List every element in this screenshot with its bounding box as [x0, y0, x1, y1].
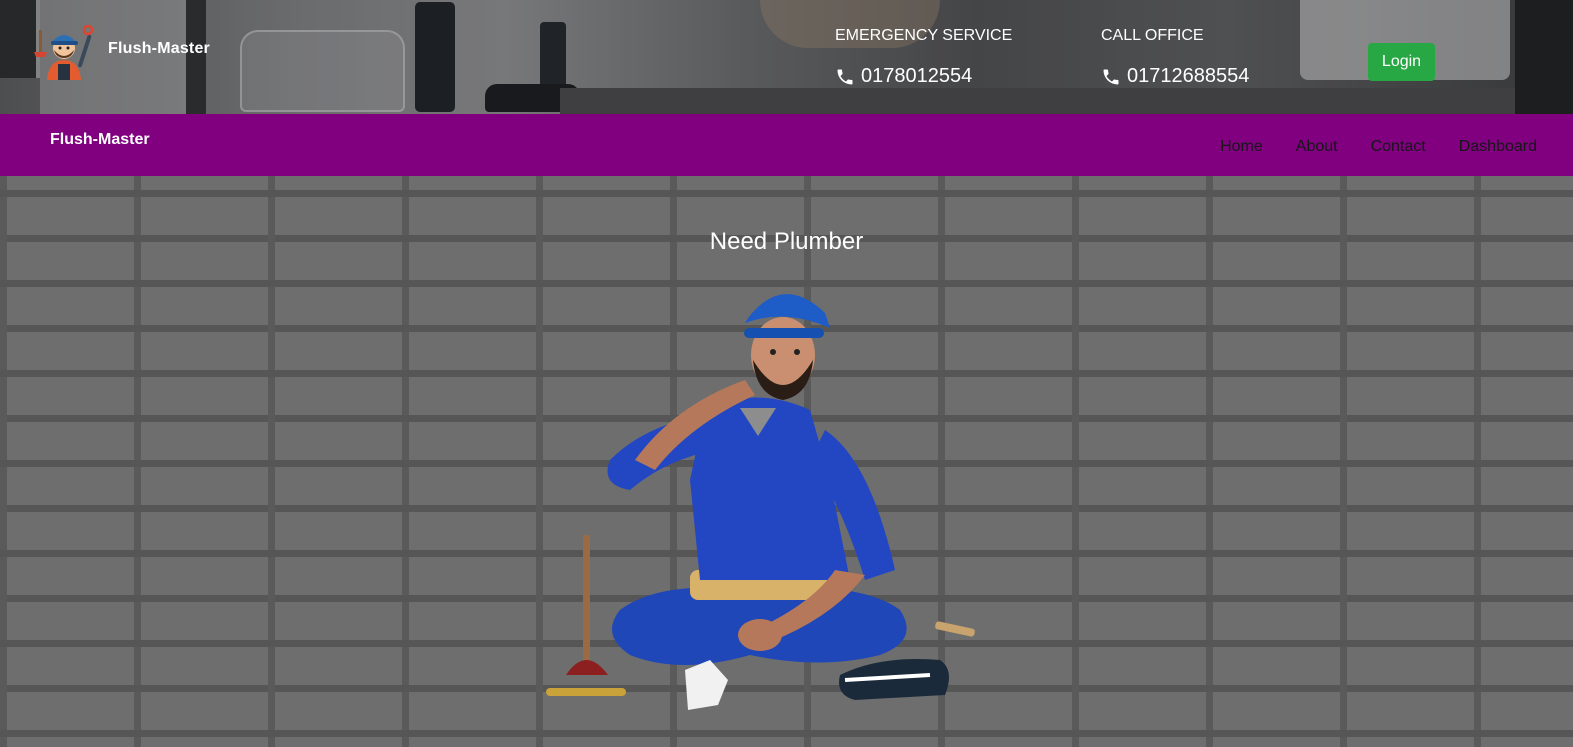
nav-link-home[interactable]: Home — [1220, 138, 1263, 156]
main-navbar: Flush-Master Home About Contact Dashboar… — [0, 114, 1573, 176]
navbar-brand[interactable]: Flush-Master — [50, 131, 150, 149]
nav-links: Home About Contact Dashboard — [1187, 138, 1537, 156]
nav-link-about[interactable]: About — [1296, 138, 1338, 156]
hero-title: Need Plumber — [709, 228, 864, 255]
top-header: Flush-Master EMERGENCY SERVICE 017801255… — [0, 0, 1573, 114]
plumber-logo-icon[interactable] — [33, 20, 95, 80]
emergency-contact: EMERGENCY SERVICE 0178012554 — [835, 27, 1012, 88]
phone-icon — [837, 69, 853, 84]
emergency-phone: 0178012554 — [835, 65, 1012, 88]
nav-link-contact[interactable]: Contact — [1371, 138, 1426, 156]
office-contact: CALL OFFICE 01712688554 — [1101, 27, 1249, 88]
emergency-phone-number: 0178012554 — [861, 65, 973, 87]
phone-icon — [1103, 69, 1119, 84]
emergency-label: EMERGENCY SERVICE — [835, 27, 1013, 44]
plumber-image — [546, 294, 975, 710]
office-phone-number: 01712688554 — [1127, 65, 1250, 87]
login-button[interactable]: Login — [1368, 43, 1435, 81]
nav-link-dashboard[interactable]: Dashboard — [1459, 138, 1537, 156]
brand-name[interactable]: Flush-Master — [108, 40, 210, 58]
office-label: CALL OFFICE — [1101, 27, 1204, 44]
office-phone: 01712688554 — [1101, 65, 1249, 88]
hero-section: Need Plumber — [0, 176, 1573, 747]
